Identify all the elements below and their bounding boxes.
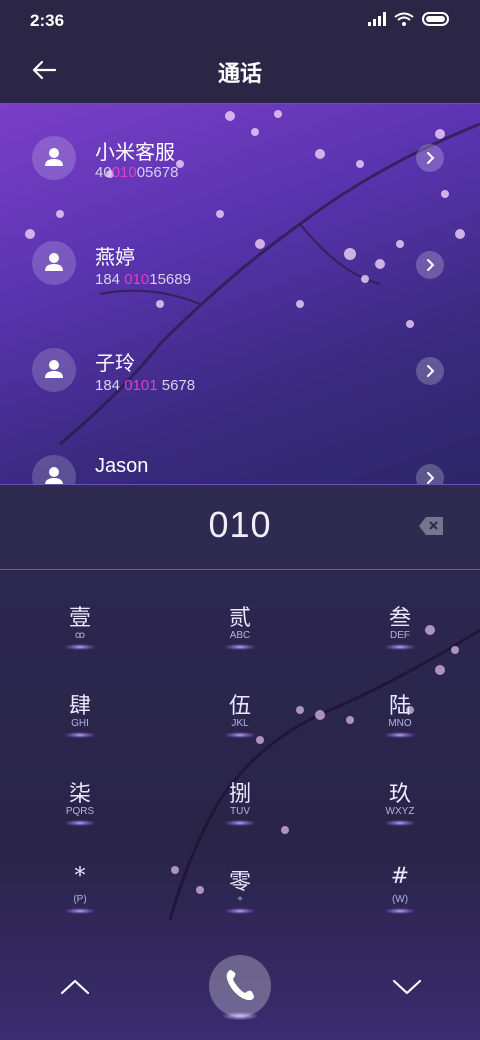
key-glow bbox=[385, 820, 415, 826]
key-glow bbox=[385, 644, 415, 650]
person-icon bbox=[45, 148, 63, 166]
backspace-icon bbox=[419, 517, 443, 535]
key-glow bbox=[225, 732, 255, 738]
key-hash[interactable]: # (W) bbox=[340, 864, 460, 944]
key-glow bbox=[225, 820, 255, 826]
key-letters: (W) bbox=[391, 894, 409, 905]
expand-keypad-button[interactable] bbox=[390, 975, 424, 999]
key-2[interactable]: 贰 ABC bbox=[180, 600, 300, 680]
key-label: 壹 bbox=[68, 606, 91, 631]
phone-icon bbox=[226, 970, 254, 1001]
key-letters: JKL bbox=[231, 718, 249, 729]
key-glow bbox=[65, 732, 95, 738]
key-label: * bbox=[74, 864, 86, 889]
avatar bbox=[32, 136, 76, 180]
key-glow bbox=[225, 644, 255, 650]
key-glow bbox=[385, 732, 415, 738]
contact-number: 184 01015689 bbox=[95, 271, 191, 288]
avatar bbox=[32, 455, 76, 484]
key-label: 陆 bbox=[388, 694, 411, 719]
key-0[interactable]: 零 + bbox=[180, 864, 300, 944]
key-4[interactable]: 肆 GHI bbox=[20, 688, 140, 768]
status-time: 2:36 bbox=[30, 11, 65, 30]
chevron-right-icon bbox=[427, 472, 435, 484]
key-label: 肆 bbox=[68, 694, 91, 719]
key-star[interactable]: * (P) bbox=[20, 864, 140, 944]
key-letters: TUV bbox=[230, 806, 250, 817]
contact-item[interactable]: Jason bbox=[0, 428, 480, 484]
list-divider bbox=[0, 484, 480, 485]
contact-detail-button[interactable] bbox=[416, 251, 444, 279]
key-glow bbox=[385, 908, 415, 914]
status-bar: 2:36 bbox=[0, 0, 480, 40]
key-glow bbox=[65, 644, 95, 650]
key-label: 叁 bbox=[388, 606, 411, 631]
key-letters: DEF bbox=[390, 630, 410, 641]
dial-input[interactable]: 010 bbox=[0, 504, 480, 546]
contact-name: Jason bbox=[95, 455, 149, 477]
person-icon bbox=[45, 253, 63, 271]
key-label: 柒 bbox=[68, 782, 91, 807]
key-label: 零 bbox=[228, 870, 251, 895]
contact-name: 子玲 bbox=[95, 353, 135, 375]
wifi-icon bbox=[394, 12, 414, 26]
contact-name: 燕婷 bbox=[95, 247, 135, 269]
key-glow bbox=[225, 908, 255, 914]
input-divider bbox=[0, 569, 480, 570]
key-letters: + bbox=[237, 894, 243, 905]
key-letters: ꝏ bbox=[74, 630, 86, 641]
key-1[interactable]: 壹 ꝏ bbox=[20, 600, 140, 680]
key-letters: PQRS bbox=[65, 806, 95, 817]
header: 通话 bbox=[0, 40, 480, 104]
key-7[interactable]: 柒 PQRS bbox=[20, 776, 140, 856]
contact-detail-button[interactable] bbox=[416, 464, 444, 484]
contact-number: 184 0101 5678 bbox=[95, 377, 196, 394]
key-glow bbox=[65, 820, 95, 826]
person-icon bbox=[45, 360, 63, 378]
key-label: 贰 bbox=[228, 606, 251, 631]
contact-item[interactable]: 小米客服 4001005678 bbox=[0, 108, 480, 208]
key-label: 伍 bbox=[228, 694, 251, 719]
contact-number: 4001005678 bbox=[95, 164, 179, 181]
person-icon bbox=[45, 467, 63, 484]
contact-detail-button[interactable] bbox=[416, 357, 444, 385]
key-9[interactable]: 玖 WXYZ bbox=[340, 776, 460, 856]
chevron-up-icon bbox=[60, 979, 90, 995]
key-letters: ABC bbox=[229, 630, 251, 641]
call-button[interactable] bbox=[209, 955, 271, 1017]
key-6[interactable]: 陆 MNO bbox=[340, 688, 460, 768]
delete-button[interactable] bbox=[418, 516, 444, 536]
status-icons bbox=[368, 12, 452, 26]
signal-icon bbox=[368, 12, 386, 26]
key-letters: WXYZ bbox=[385, 806, 415, 817]
chevron-down-icon bbox=[392, 979, 422, 995]
chevron-right-icon bbox=[427, 152, 435, 164]
page-title: 通话 bbox=[217, 61, 262, 86]
contact-item[interactable]: 燕婷 184 01015689 bbox=[0, 215, 480, 315]
key-letters: GHI bbox=[71, 718, 89, 729]
contact-item[interactable]: 子玲 184 0101 5678 bbox=[0, 321, 480, 421]
collapse-keypad-button[interactable] bbox=[58, 975, 92, 999]
chevron-right-icon bbox=[427, 259, 435, 271]
key-8[interactable]: 捌 TUV bbox=[180, 776, 300, 856]
contact-detail-button[interactable] bbox=[416, 144, 444, 172]
avatar bbox=[32, 348, 76, 392]
key-label: 捌 bbox=[228, 782, 251, 807]
key-letters: (P) bbox=[73, 894, 87, 905]
contact-name: 小米客服 bbox=[95, 142, 175, 164]
key-glow bbox=[65, 908, 95, 914]
call-glow bbox=[222, 1012, 258, 1020]
key-label: # bbox=[390, 864, 410, 889]
key-letters: MNO bbox=[388, 718, 412, 729]
avatar bbox=[32, 241, 76, 285]
chevron-right-icon bbox=[427, 365, 435, 377]
key-3[interactable]: 叁 DEF bbox=[340, 600, 460, 680]
key-label: 玖 bbox=[388, 782, 411, 807]
battery-icon bbox=[422, 12, 449, 26]
key-5[interactable]: 伍 JKL bbox=[180, 688, 300, 768]
